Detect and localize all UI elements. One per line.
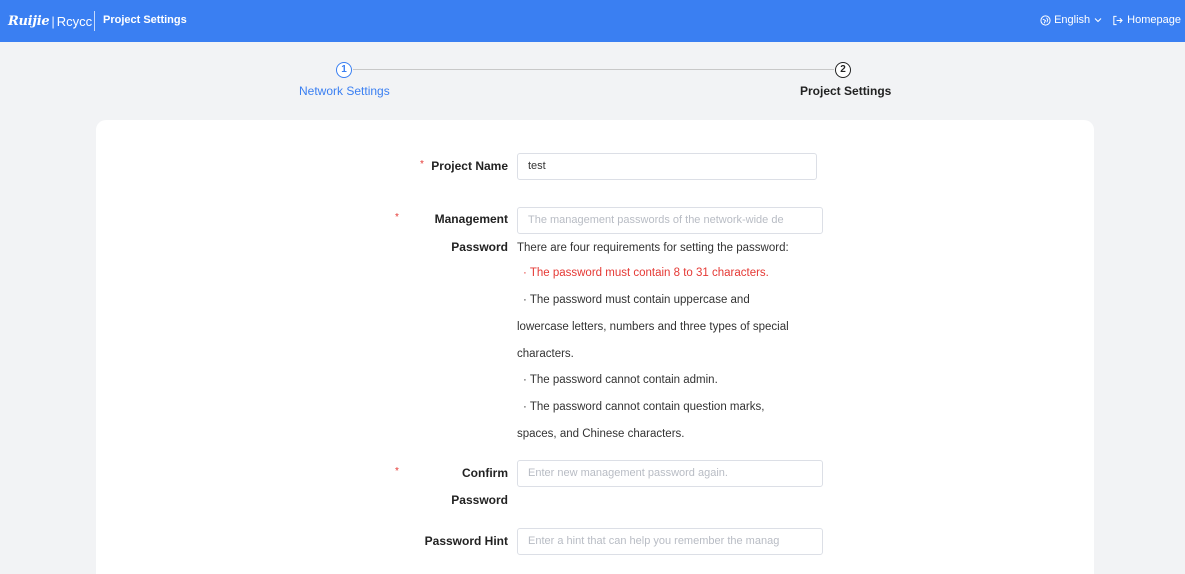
password-requirements-intro: There are four requirements for setting … bbox=[517, 242, 789, 254]
header-divider bbox=[94, 11, 95, 31]
password-requirement: · The password must contain uppercase an… bbox=[523, 294, 750, 306]
password-requirement: · The password must contain 8 to 31 char… bbox=[523, 267, 769, 279]
password-requirement: lowercase letters, numbers and three typ… bbox=[517, 321, 789, 333]
management-password-input[interactable]: The management passwords of the network-… bbox=[517, 207, 823, 234]
top-bar: Ruijie | Rcycc Project Settings English … bbox=[0, 0, 1185, 42]
language-label: English bbox=[1054, 14, 1091, 26]
project-name-label: Project Name bbox=[431, 159, 508, 173]
logout-icon bbox=[1112, 15, 1123, 26]
form-card bbox=[96, 120, 1094, 574]
confirm-password-label-line1: Confirm bbox=[462, 466, 508, 480]
password-requirement: characters. bbox=[517, 348, 574, 360]
chevron-down-icon bbox=[1094, 17, 1102, 23]
confirm-password-label-line2: Password bbox=[451, 493, 508, 507]
password-requirement: · The password cannot contain question m… bbox=[523, 401, 765, 413]
password-requirement: spaces, and Chinese characters. bbox=[517, 428, 685, 440]
step-1-number: 1 bbox=[336, 62, 352, 78]
language-selector[interactable]: English bbox=[1040, 14, 1102, 26]
password-hint-input[interactable]: Enter a hint that can help you remember … bbox=[517, 528, 823, 555]
header-title: Project Settings bbox=[103, 14, 187, 26]
password-requirement: · The password cannot contain admin. bbox=[523, 374, 718, 386]
required-mark: * bbox=[395, 466, 399, 477]
password-hint-label: Password Hint bbox=[424, 534, 508, 548]
required-mark: * bbox=[395, 212, 399, 223]
management-password-label-line1: Management bbox=[434, 212, 508, 226]
step-2-label: Project Settings bbox=[800, 84, 892, 98]
globe-icon bbox=[1040, 14, 1051, 26]
homepage-link[interactable]: Homepage bbox=[1112, 14, 1181, 26]
step-1-label: Network Settings bbox=[299, 84, 390, 98]
header-actions: English Homepage bbox=[1030, 14, 1181, 26]
brand-rcycc: Rcycc bbox=[56, 13, 93, 29]
brand-logo[interactable]: Ruijie | Rcycc bbox=[8, 12, 92, 30]
step-2-number: 2 bbox=[835, 62, 851, 78]
brand-separator: | bbox=[51, 13, 55, 29]
steps-connector bbox=[353, 69, 834, 70]
project-name-input[interactable]: test bbox=[517, 153, 817, 180]
required-mark: * bbox=[420, 159, 424, 170]
brand-ruijie: Ruijie bbox=[8, 13, 50, 29]
management-password-label-line2: Password bbox=[451, 240, 508, 254]
confirm-password-input[interactable]: Enter new management password again. bbox=[517, 460, 823, 487]
homepage-label: Homepage bbox=[1127, 14, 1181, 26]
